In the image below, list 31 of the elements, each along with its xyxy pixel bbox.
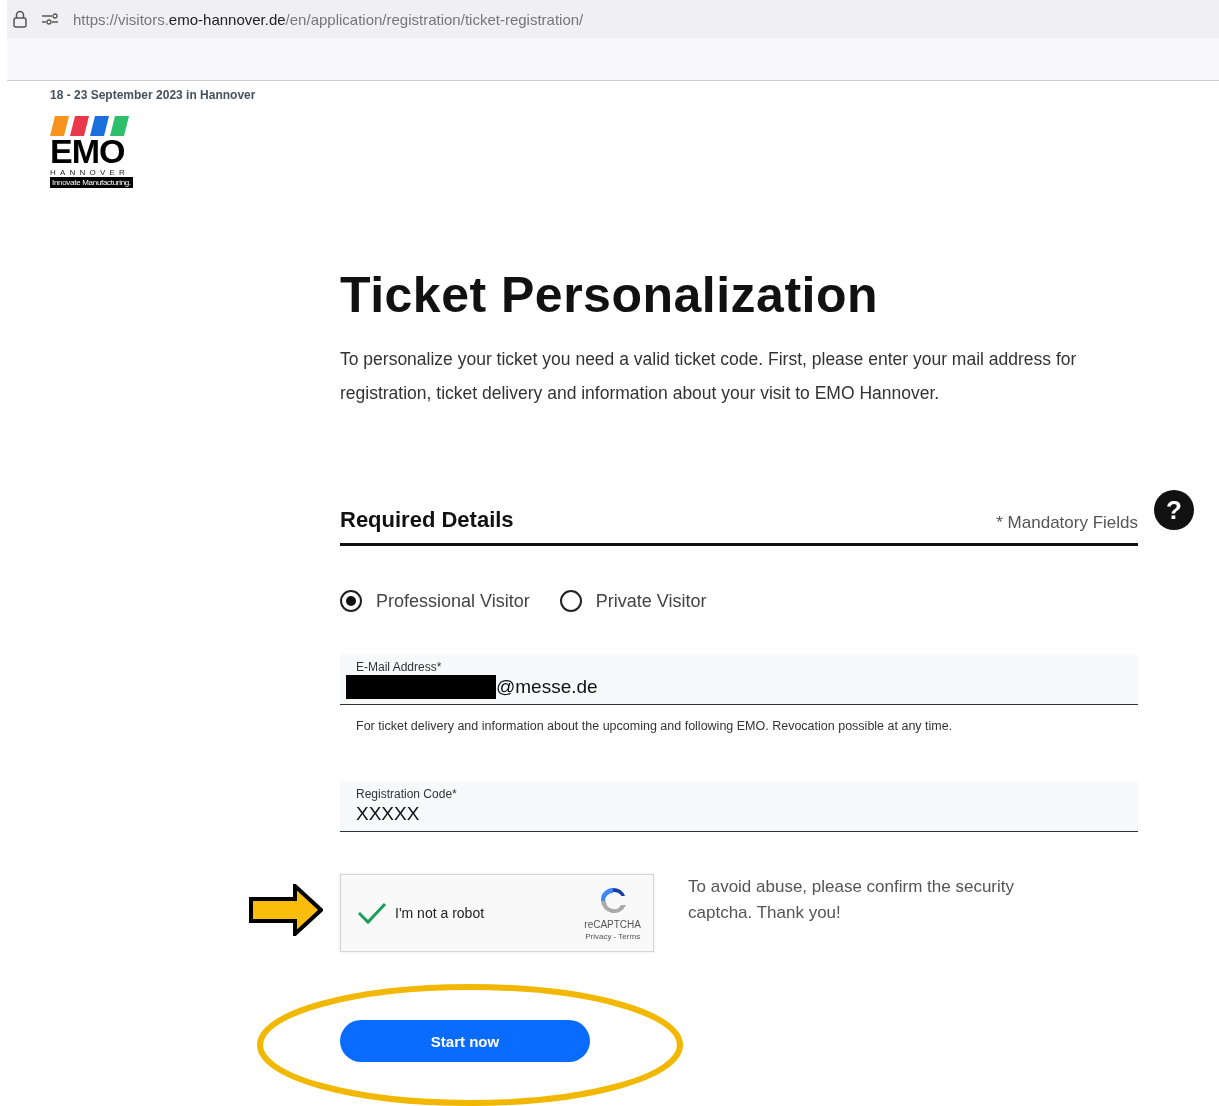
- logo-name: EMO: [50, 136, 126, 166]
- start-button[interactable]: Start now: [340, 1020, 590, 1062]
- email-field[interactable]: E-Mail Address* @messe.de: [340, 654, 1138, 705]
- event-date: 18 - 23 September 2023 in Hannover: [50, 88, 257, 102]
- captcha-links[interactable]: Privacy - Terms: [585, 932, 641, 941]
- captcha-widget[interactable]: I'm not a robot reCAPTCHA Privacy - Terms: [340, 874, 654, 952]
- field-label: E-Mail Address*: [356, 660, 443, 674]
- field-label: Registration Code*: [356, 787, 458, 801]
- lock-icon: [13, 10, 27, 28]
- captcha-label: I'm not a robot: [395, 905, 486, 921]
- radio-label[interactable]: Private Visitor: [595, 590, 707, 612]
- page-title: Ticket Personalization: [340, 266, 880, 324]
- help-button[interactable]: ?: [1154, 490, 1194, 530]
- field-value: XXXXX: [356, 803, 420, 825]
- mandatory-note: * Mandatory Fields: [996, 513, 1138, 533]
- captcha-brand: reCAPTCHA: [584, 919, 641, 930]
- radio-button[interactable]: [340, 590, 362, 612]
- intro-text: To personalize your ticket you need a valid ticket code. First, please enter your mail address for registration, ticket delivery and information about your visit to EMO Hannover.: [340, 348, 1078, 405]
- check-icon[interactable]: [357, 901, 387, 925]
- field-value: @messe.de: [496, 676, 598, 698]
- section-title: Required Details: [340, 507, 514, 533]
- logo-tagline: Innovate Manufacturing.: [50, 177, 133, 188]
- radio-button[interactable]: [559, 590, 582, 612]
- code-field[interactable]: Registration Code* XXXXX: [340, 781, 1138, 832]
- field-hint: For ticket delivery and information about the upcoming and following EMO. Revocation possible at any time.: [356, 719, 954, 733]
- color-stripes-icon: [50, 116, 130, 136]
- url-text[interactable]: https://visitors.emo-hannover.de/en/application/registration/ticket-registration/: [73, 10, 584, 28]
- captcha-note: To avoid abuse, please confirm the security captcha. Thank you!: [688, 876, 1015, 924]
- radio-label[interactable]: Professional Visitor: [376, 590, 530, 612]
- settings-icon[interactable]: [41, 13, 59, 25]
- logo-city: HANNOVER: [50, 168, 130, 177]
